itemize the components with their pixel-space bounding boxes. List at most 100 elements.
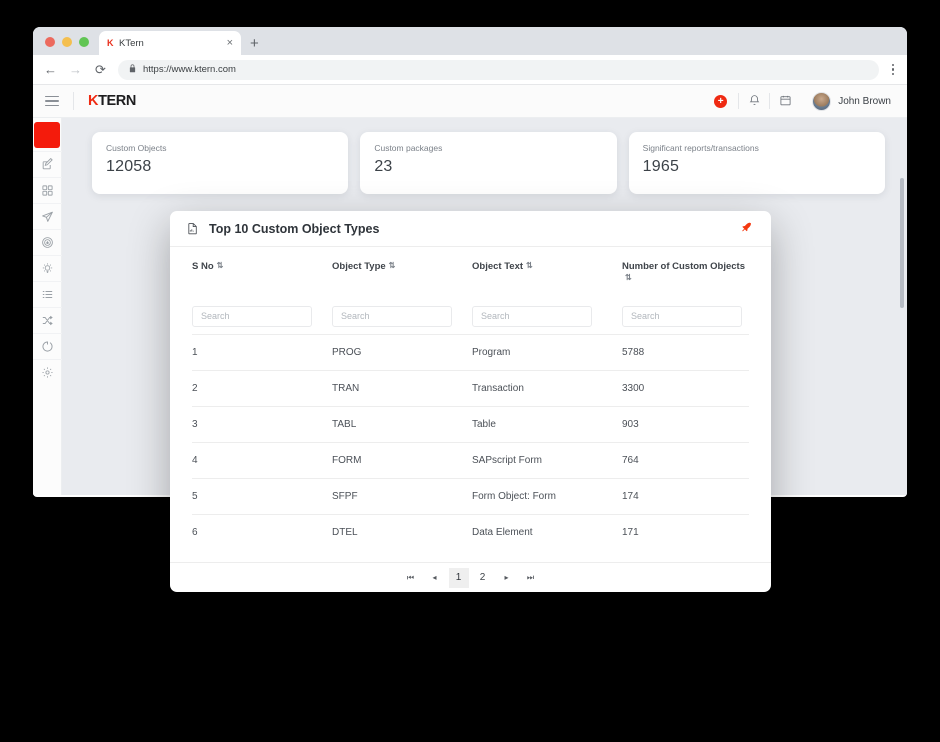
- search-input-object-text[interactable]: [472, 305, 592, 327]
- stat-card[interactable]: Significant reports/transactions 1965: [628, 132, 885, 194]
- new-tab-button[interactable]: +: [241, 36, 268, 55]
- close-tab-icon[interactable]: ×: [227, 37, 233, 49]
- minimize-window-button[interactable]: [62, 37, 72, 47]
- cell-object-text: Table: [472, 405, 622, 443]
- cell-object-text: Data Element: [472, 513, 622, 550]
- cell-object-type: PROG: [332, 333, 472, 371]
- pagination-first-button[interactable]: ⏮: [401, 568, 421, 588]
- column-header-label: S No: [192, 261, 214, 272]
- browser-menu-icon[interactable]: [889, 63, 898, 76]
- stat-card[interactable]: Custom Objects 12058: [92, 132, 349, 194]
- table-search-row: [192, 292, 749, 335]
- column-header-label: Object Text: [472, 261, 524, 272]
- calendar-button[interactable]: [770, 94, 800, 109]
- table-row[interactable]: 2 TRAN Transaction 3300: [192, 369, 749, 407]
- document-report-icon: [186, 221, 199, 236]
- user-name[interactable]: John Brown: [838, 96, 895, 107]
- sort-icon[interactable]: ⇅: [389, 262, 396, 270]
- search-cell-object-type: [332, 292, 472, 335]
- sidebar-item-settings[interactable]: [33, 359, 62, 385]
- dialog-title: Top 10 Custom Object Types: [209, 221, 380, 236]
- pagination-page-1[interactable]: 1: [448, 567, 469, 588]
- pin-icon[interactable]: [740, 221, 755, 236]
- cell-object-type: TABL: [332, 405, 472, 443]
- dialog-header: Top 10 Custom Object Types: [170, 211, 771, 247]
- sidebar-item-send[interactable]: [33, 203, 62, 229]
- sidebar-item-progress[interactable]: [33, 333, 62, 359]
- stat-card-value: 1965: [642, 158, 680, 175]
- table-row[interactable]: 3 TABL Table 903: [192, 405, 749, 443]
- pencil-square-icon: [41, 158, 54, 171]
- search-cell-count: [622, 292, 749, 335]
- search-input-count[interactable]: [622, 305, 742, 327]
- cell-s-no: 1: [192, 333, 332, 371]
- browser-tab[interactable]: K KTern ×: [99, 31, 241, 55]
- cell-s-no: 2: [192, 369, 332, 407]
- notifications-button[interactable]: [739, 94, 769, 109]
- app-header-actions: + John Brown: [703, 91, 895, 111]
- content-scrollbar[interactable]: [900, 178, 904, 308]
- search-input-s-no[interactable]: [192, 305, 312, 327]
- forward-button[interactable]: →: [68, 63, 83, 76]
- table-row[interactable]: 6 DTEL Data Element 171: [192, 513, 749, 550]
- sidebar-item-apps[interactable]: [33, 177, 62, 203]
- table-row[interactable]: 5 SFPF Form Object: Form 174: [192, 477, 749, 515]
- back-button[interactable]: ←: [43, 63, 58, 76]
- cell-object-text: Form Object: Form: [472, 477, 622, 515]
- logo-k-letter: K: [88, 93, 99, 109]
- sidebar-item-insights[interactable]: [33, 255, 62, 281]
- sidebar-brand-tile[interactable]: [34, 122, 60, 148]
- sort-icon[interactable]: ⇅: [625, 273, 632, 282]
- search-input-object-type[interactable]: [332, 305, 452, 327]
- window-traffic-lights: [41, 37, 99, 55]
- table-row[interactable]: 4 FORM SAPscript Form 764: [192, 441, 749, 479]
- cell-object-type: DTEL: [332, 513, 472, 550]
- address-bar[interactable]: https://www.ktern.com: [118, 59, 879, 80]
- stat-cards: Custom Objects 12058 Custom packages 23 …: [62, 118, 907, 194]
- sidebar-item-shuffle[interactable]: [33, 307, 62, 333]
- cell-count: 174: [622, 477, 749, 515]
- cell-count: 764: [622, 441, 749, 479]
- cell-object-text: SAPscript Form: [472, 441, 622, 479]
- table-row[interactable]: 1 PROG Program 5788: [192, 333, 749, 371]
- sidebar: [33, 118, 62, 495]
- hamburger-menu-icon[interactable]: [45, 95, 59, 107]
- avatar[interactable]: [812, 91, 832, 111]
- grid-icon: [41, 184, 54, 197]
- tab-title: KTern: [119, 37, 144, 49]
- pagination-page-2[interactable]: 2: [473, 568, 493, 588]
- pagination-last-button[interactable]: ⏭: [521, 568, 541, 588]
- add-button[interactable]: +: [714, 94, 728, 108]
- url-text: https://www.ktern.com: [143, 64, 236, 75]
- column-header-s-no[interactable]: S No ⇅: [192, 247, 332, 292]
- lock-icon: [128, 64, 137, 75]
- sidebar-item-target[interactable]: [33, 229, 62, 255]
- column-header-object-text[interactable]: Object Text ⇅: [472, 247, 622, 292]
- pagination-next-button[interactable]: ▸: [497, 568, 517, 588]
- sort-icon[interactable]: ⇅: [526, 262, 533, 270]
- pagination-prev-button[interactable]: ◂: [425, 568, 445, 588]
- table-body: 1 PROG Program 5788 2 TRAN Transaction 3…: [192, 333, 749, 550]
- shuffle-icon: [41, 314, 54, 327]
- reload-button[interactable]: ⟳: [93, 63, 108, 76]
- tab-favicon: K: [107, 38, 114, 48]
- column-header-number-of-custom-objects[interactable]: Number of Custom Objects⇅: [622, 247, 749, 292]
- column-header-object-type[interactable]: Object Type ⇅: [332, 247, 472, 292]
- maximize-window-button[interactable]: [79, 37, 89, 47]
- cell-object-text: Transaction: [472, 369, 622, 407]
- browser-tab-bar: K KTern × +: [33, 27, 907, 55]
- stat-card-label: Custom Objects: [106, 143, 167, 153]
- stat-card[interactable]: Custom packages 23: [360, 132, 617, 194]
- column-header-label: Object Type: [332, 261, 386, 272]
- cell-object-type: SFPF: [332, 477, 472, 515]
- sidebar-item-edit[interactable]: [33, 151, 62, 177]
- sort-icon[interactable]: ⇅: [217, 262, 224, 270]
- custom-object-types-dialog: Top 10 Custom Object Types S No ⇅ Object …: [170, 211, 771, 592]
- cell-s-no: 6: [192, 513, 332, 550]
- cell-s-no: 3: [192, 405, 332, 443]
- column-header-label: Number of Custom Objects: [622, 261, 745, 272]
- sidebar-item-list[interactable]: [33, 281, 62, 307]
- close-window-button[interactable]: [45, 37, 55, 47]
- app-logo[interactable]: K TERN: [88, 93, 136, 109]
- browser-url-bar: ← → ⟳ https://www.ktern.com: [33, 55, 907, 85]
